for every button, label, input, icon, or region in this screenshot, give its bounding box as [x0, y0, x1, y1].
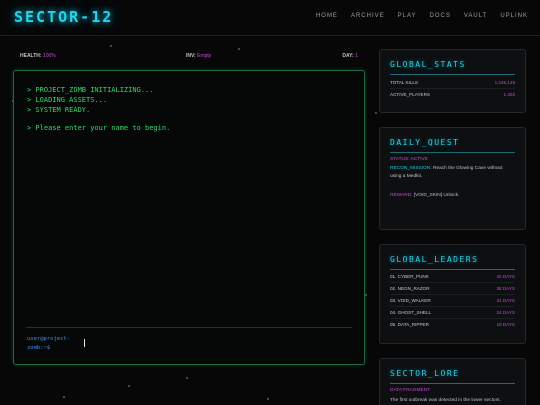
leader-row: 02. NEON_RAZOR 38 DAYS: [390, 286, 515, 294]
nav-docs[interactable]: DOCS: [430, 13, 451, 19]
stat-row: ACTIVE_PLAYERS 1,402: [390, 92, 515, 100]
inventory-value: Empty: [197, 53, 212, 59]
leader-days: 42 DAYS: [496, 274, 515, 279]
reward-label: REWARD:: [390, 193, 413, 198]
quest-status: STATUS: ACTIVE: [390, 157, 428, 162]
stat-row: TOTAL KILLS 1,245,129: [390, 80, 515, 88]
global-leaders-panel: GLOBAL_LEADERS 01. CYBER_PUNK 42 DAYS 02…: [379, 244, 526, 344]
mission-label: RECON_MISSION:: [390, 166, 432, 171]
leader-days: 38 DAYS: [496, 286, 515, 291]
stat-key: ACTIVE_PLAYERS: [390, 92, 430, 97]
health-value: 100%: [42, 53, 56, 59]
stat-key: TOTAL KILLS: [390, 80, 418, 85]
terminal-line: > SYSTEM READY.: [27, 106, 91, 114]
nav-archive[interactable]: ARCHIVE: [351, 13, 385, 19]
terminal-line: > Please enter your name to begin.: [27, 124, 171, 132]
terminal-line: > LOADING ASSETS...: [27, 96, 108, 104]
sector-lore-panel: SECTOR_LORE DATA FRAGMENT The first outb…: [379, 358, 526, 405]
leader-row: 04. GHOST_SHELL 24 DAYS: [390, 310, 515, 318]
leader-name: 05. DATA_RIPPER: [390, 322, 429, 327]
leader-name: 02. NEON_RAZOR: [390, 286, 430, 291]
terminal-divider: [26, 327, 352, 328]
day-value: 1: [355, 53, 358, 59]
panel-title: GLOBAL_LEADERS: [390, 255, 479, 264]
prompt-line: user@project-: [27, 336, 71, 342]
nav-home[interactable]: HOME: [316, 13, 338, 19]
leader-days: 31 DAYS: [496, 298, 515, 303]
global-stats-panel: GLOBAL_STATS TOTAL KILLS 1,245,129 ACTIV…: [379, 49, 526, 113]
nav-uplink[interactable]: UPLINK: [500, 13, 528, 19]
terminal-line: > PROJECT_ZOMB INITIALIZING...: [27, 86, 154, 94]
leader-name: 03. VOID_WALKER: [390, 298, 431, 303]
prompt-line: zomb:~$: [27, 345, 51, 351]
panel-title: GLOBAL_STATS: [390, 60, 466, 69]
command-input[interactable]: [84, 337, 349, 349]
terminal-prompt: user@project- zomb:~$: [27, 335, 77, 353]
day-label: DAY:: [342, 53, 354, 59]
lore-text: The first outbreak was detected in the l…: [390, 398, 501, 403]
nav-vault[interactable]: VAULT: [464, 13, 487, 19]
terminal-output: > PROJECT_ZOMB INITIALIZING... > LOADING…: [27, 85, 170, 133]
quest-reward: REWARD: [VOID_SKIN] Unlock.: [390, 192, 515, 200]
panel-title: DAILY_QUEST: [390, 138, 460, 147]
health-status: HEALTH: 100%: [20, 53, 56, 59]
leader-name: 01. CYBER_PUNK: [390, 274, 429, 279]
day-status: DAY: 1: [342, 53, 358, 59]
quest-mission: RECON_MISSION: Reach the Glowing Cave wi…: [390, 165, 515, 181]
stat-value: 1,402: [503, 92, 516, 97]
site-logo[interactable]: SECTOR-12: [14, 8, 113, 26]
leader-days: 24 DAYS: [496, 310, 515, 315]
leader-name: 04. GHOST_SHELL: [390, 310, 432, 315]
panel-title: SECTOR_LORE: [390, 369, 460, 378]
stat-value: 1,245,129: [494, 80, 515, 85]
lore-subtitle: DATA FRAGMENT: [390, 388, 431, 393]
nav-play[interactable]: PLAY: [398, 13, 417, 19]
leader-row: 05. DATA_RIPPER 19 DAYS: [390, 322, 515, 330]
text-cursor: [84, 339, 85, 347]
main-nav: HOME ARCHIVE PLAY DOCS VAULT UPLINK: [316, 13, 528, 19]
reward-text: [VOID_SKIN] Unlock.: [413, 193, 460, 198]
leader-days: 19 DAYS: [496, 322, 515, 327]
top-header: SECTOR-12 HOME ARCHIVE PLAY DOCS VAULT U…: [0, 0, 540, 36]
inventory-status: INV: Empty: [186, 53, 211, 59]
daily-quest-panel: DAILY_QUEST STATUS: ACTIVE RECON_MISSION…: [379, 127, 526, 230]
game-terminal[interactable]: > PROJECT_ZOMB INITIALIZING... > LOADING…: [13, 70, 365, 365]
status-bar: HEALTH: 100% INV: Empty DAY: 1: [20, 53, 358, 61]
leader-row: 03. VOID_WALKER 31 DAYS: [390, 298, 515, 306]
leader-row: 01. CYBER_PUNK 42 DAYS: [390, 274, 515, 282]
inventory-label: INV:: [186, 53, 196, 59]
health-label: HEALTH:: [20, 53, 42, 59]
